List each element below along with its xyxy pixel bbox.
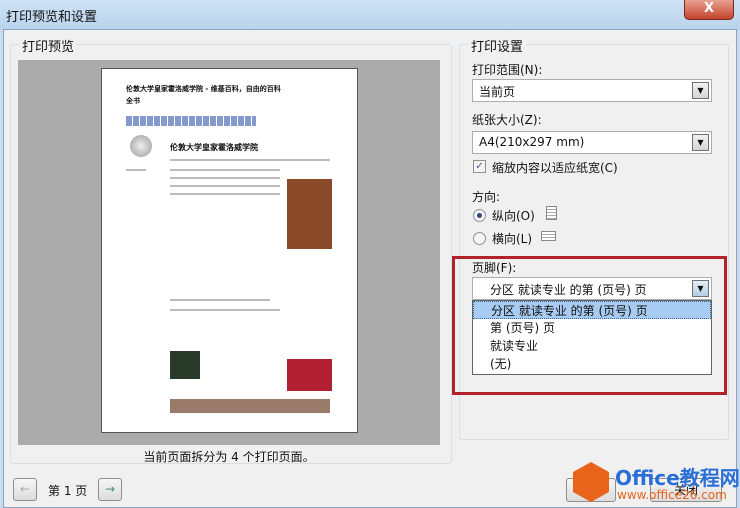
text-line xyxy=(126,169,146,171)
crest-image xyxy=(287,179,332,249)
portrait-label: 纵向(O) xyxy=(492,209,535,223)
footer-label: 页脚(F): xyxy=(472,261,517,275)
preview-caption: 当前页面拆分为 4 个打印页面。 xyxy=(143,450,315,464)
paper-size-select[interactable]: A4(210x297 mm) ▼ xyxy=(472,131,712,154)
text-line xyxy=(170,193,280,195)
footer-option[interactable]: 分区 就读专业 的第 (页号) 页 xyxy=(473,301,711,319)
close-button[interactable]: X xyxy=(684,0,734,20)
text-line xyxy=(170,177,280,179)
preview-page-title: 伦敦大学皇家霍洛威学院 - 维基百科，自由的百科全书 xyxy=(126,85,281,105)
print-range-select[interactable]: 当前页 ▼ xyxy=(472,79,712,102)
paper-size-label: 纸张大小(Z): xyxy=(472,113,542,127)
footer-dropdown-list: 分区 就读专业 的第 (页号) 页 第 (页号) 页 就读专业 (无) xyxy=(472,300,712,375)
fit-width-checkbox[interactable]: ✓ xyxy=(473,160,486,173)
landscape-page-icon xyxy=(541,231,556,241)
paper-size-value: A4(210x297 mm) xyxy=(479,135,585,149)
print-button[interactable]: 打印 xyxy=(566,478,616,502)
gallery-images xyxy=(170,399,330,413)
text-line xyxy=(170,159,330,161)
preview-link xyxy=(126,116,256,126)
orientation-label: 方向: xyxy=(472,190,501,204)
footer-select[interactable]: 分区 就读专业 的第 (页号) 页 ▼ xyxy=(472,277,712,300)
footer-option[interactable]: 第 (页号) 页 xyxy=(473,319,711,337)
landscape-radio[interactable] xyxy=(473,232,486,245)
title-bar: 打印预览和设置 X xyxy=(0,0,740,30)
landscape-label: 横向(L) xyxy=(492,232,533,246)
print-settings-label: 打印设置 xyxy=(468,36,527,55)
fit-width-label: 缩放内容以适应纸宽(C) xyxy=(492,161,618,175)
wikipedia-logo-icon xyxy=(130,135,152,157)
chevron-down-icon[interactable]: ▼ xyxy=(692,82,709,99)
seal-image xyxy=(170,351,200,379)
print-range-label: 打印范围(N): xyxy=(472,63,543,77)
portrait-page-icon xyxy=(546,206,557,220)
window-title: 打印预览和设置 xyxy=(6,10,98,25)
preview-article-heading: 伦敦大学皇家霍洛威学院 xyxy=(170,143,258,152)
text-line xyxy=(170,169,280,171)
next-page-button[interactable]: → xyxy=(98,478,122,501)
text-line xyxy=(170,299,270,301)
text-line xyxy=(170,185,280,187)
prev-page-button[interactable]: ← xyxy=(13,478,37,501)
portrait-radio[interactable] xyxy=(473,209,486,222)
text-line xyxy=(170,309,280,311)
chevron-down-icon[interactable]: ▼ xyxy=(692,280,709,297)
footer-option[interactable]: (无) xyxy=(473,355,711,373)
footer-option[interactable]: 就读专业 xyxy=(473,337,711,355)
footer-value: 分区 就读专业 的第 (页号) 页 xyxy=(490,283,647,297)
logo-image xyxy=(287,359,332,391)
close-dialog-button[interactable]: 关闭 xyxy=(650,478,722,502)
page-number-label: 第 1 页 xyxy=(48,484,88,498)
print-preview-label: 打印预览 xyxy=(19,36,78,55)
chevron-down-icon[interactable]: ▼ xyxy=(692,134,709,151)
print-range-value: 当前页 xyxy=(479,85,516,99)
preview-page: 伦敦大学皇家霍洛威学院 - 维基百科，自由的百科全书 伦敦大学皇家霍洛威学院 xyxy=(101,68,358,433)
